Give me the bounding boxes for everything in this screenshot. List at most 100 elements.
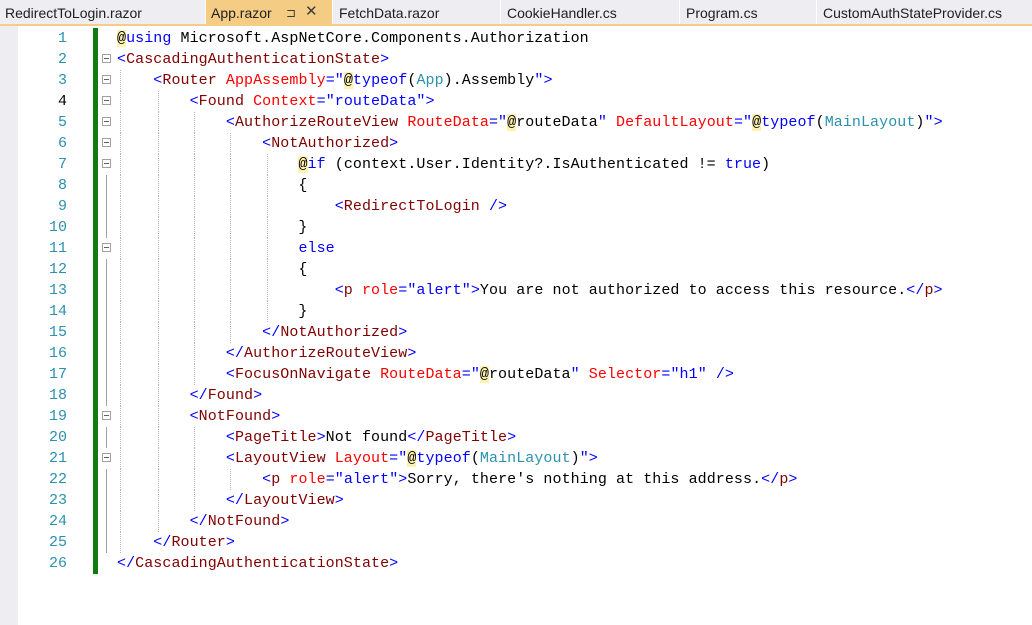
code-line[interactable]: 14 } [0, 301, 1032, 322]
code-line[interactable]: 26 </CascadingAuthenticationState> [0, 553, 1032, 574]
change-indicator [93, 259, 98, 280]
code-text: <Router AppAssembly="@typeof(App).Assemb… [153, 72, 553, 89]
code-line[interactable]: 3 <Router AppAssembly="@typeof(App).Asse… [0, 70, 1032, 91]
code-line[interactable]: 2 <CascadingAuthenticationState> [0, 49, 1032, 70]
collapse-icon[interactable] [102, 75, 111, 84]
line-number: 11 [48, 240, 67, 257]
collapse-icon[interactable] [102, 159, 111, 168]
code-line[interactable]: 17 <FocusOnNavigate RouteData="@routeDat… [0, 364, 1032, 385]
pin-icon[interactable]: ⊐ [286, 0, 296, 24]
line-number: 4 [57, 93, 67, 110]
collapse-icon[interactable] [102, 453, 111, 462]
fold-region-line [106, 280, 107, 301]
code-text: </NotFound> [189, 513, 290, 530]
change-indicator [93, 364, 98, 385]
tab-redirecttologin-razor[interactable]: RedirectToLogin.razor [0, 0, 206, 24]
code-line[interactable]: 24 </NotFound> [0, 511, 1032, 532]
fold-region-line [106, 427, 107, 448]
close-icon[interactable]: ✕ [305, 0, 318, 24]
code-line[interactable]: 18 </Found> [0, 385, 1032, 406]
change-indicator [93, 343, 98, 364]
code-text: <RedirectToLogin /> [334, 198, 508, 215]
line-number: 25 [48, 534, 67, 551]
line-number: 19 [48, 408, 67, 425]
tab-cookiehandler-cs[interactable]: CookieHandler.cs [502, 0, 680, 24]
code-line[interactable]: 10 } [0, 217, 1032, 238]
tab-label: RedirectToLogin.razor [5, 5, 142, 21]
tab-label: CookieHandler.cs [507, 5, 617, 21]
code-text: </LayoutView> [225, 492, 344, 509]
tab-program-cs[interactable]: Program.cs [681, 0, 817, 24]
code-line[interactable]: 11 else [0, 238, 1032, 259]
code-text: <p role="alert">You are not authorized t… [334, 282, 943, 299]
code-text: <NotAuthorized> [262, 135, 399, 152]
tab-label: CustomAuthStateProvider.cs [823, 5, 1002, 21]
line-number: 21 [48, 450, 67, 467]
code-text: <NotFound> [189, 408, 281, 425]
code-line[interactable]: 25 </Router> [0, 532, 1032, 553]
change-indicator [93, 112, 98, 133]
fold-region-line [106, 385, 107, 406]
fold-region-line [106, 532, 107, 553]
collapse-icon[interactable] [102, 54, 111, 63]
line-number: 17 [48, 366, 67, 383]
code-text: } [117, 303, 308, 320]
code-text: <p role="alert">Sorry, there's nothing a… [262, 471, 798, 488]
change-indicator [93, 238, 98, 259]
code-line[interactable]: 23 </LayoutView> [0, 490, 1032, 511]
change-indicator [93, 91, 98, 112]
line-number: 22 [48, 471, 67, 488]
change-indicator [93, 154, 98, 175]
code-text: <PageTitle>Not found</PageTitle> [225, 429, 517, 446]
code-line[interactable]: 4 <Found Context="routeData"> [0, 91, 1032, 112]
tab-label: FetchData.razor [339, 5, 440, 21]
line-number: 3 [57, 72, 67, 89]
line-number: 14 [48, 303, 67, 320]
line-number: 24 [48, 513, 67, 530]
code-line[interactable]: 13 <p role="alert">You are not authorize… [0, 280, 1032, 301]
collapse-icon[interactable] [102, 138, 111, 147]
code-line[interactable]: 15 </NotAuthorized> [0, 322, 1032, 343]
collapse-icon[interactable] [102, 411, 111, 420]
fold-region-line [106, 217, 107, 238]
collapse-icon[interactable] [102, 96, 111, 105]
line-number: 10 [48, 219, 67, 236]
code-line[interactable]: 8 { [0, 175, 1032, 196]
change-indicator [93, 217, 98, 238]
fold-region-line [106, 490, 107, 511]
line-number: 15 [48, 324, 67, 341]
fold-region-line [106, 175, 107, 196]
code-line[interactable]: 21 <LayoutView Layout="@typeof(MainLayou… [0, 448, 1032, 469]
line-number: 23 [48, 492, 67, 509]
change-indicator [93, 49, 98, 70]
tab-customauthstateprovider-cs[interactable]: CustomAuthStateProvider.cs [818, 0, 1032, 24]
code-line[interactable]: 7 @if (context.User.Identity?.IsAuthenti… [0, 154, 1032, 175]
code-line[interactable]: 9 <RedirectToLogin /> [0, 196, 1032, 217]
code-line[interactable]: 1 @using Microsoft.AspNetCore.Components.… [0, 28, 1032, 49]
code-line[interactable]: 12 { [0, 259, 1032, 280]
code-line[interactable]: 20 <PageTitle>Not found</PageTitle> [0, 427, 1032, 448]
change-indicator [93, 322, 98, 343]
change-indicator [93, 427, 98, 448]
line-number: 13 [48, 282, 67, 299]
code-line[interactable]: 22 <p role="alert">Sorry, there's nothin… [0, 469, 1032, 490]
line-number: 20 [48, 429, 67, 446]
code-editor[interactable]: 1 @using Microsoft.AspNetCore.Components.… [0, 26, 1032, 625]
tab-app-razor[interactable]: App.razor ⊐ ✕ [206, 0, 333, 24]
line-number: 7 [57, 156, 67, 173]
collapse-icon[interactable] [102, 243, 111, 252]
line-number: 18 [48, 387, 67, 404]
code-line[interactable]: 6 <NotAuthorized> [0, 133, 1032, 154]
change-indicator [93, 28, 98, 49]
tab-fetchdata-razor[interactable]: FetchData.razor [334, 0, 501, 24]
code-line[interactable]: 5 <AuthorizeRouteView RouteData="@routeD… [0, 112, 1032, 133]
fold-region-line [106, 364, 107, 385]
code-line[interactable]: 19 <NotFound> [0, 406, 1032, 427]
code-text: @using Microsoft.AspNetCore.Components.A… [117, 30, 589, 47]
code-text: <LayoutView Layout="@typeof(MainLayout)"… [225, 450, 598, 467]
code-text: @if (context.User.Identity?.IsAuthentica… [298, 156, 771, 173]
code-line[interactable]: 16 </AuthorizeRouteView> [0, 343, 1032, 364]
collapse-icon[interactable] [102, 117, 111, 126]
code-text: </AuthorizeRouteView> [225, 345, 417, 362]
change-indicator [93, 448, 98, 469]
